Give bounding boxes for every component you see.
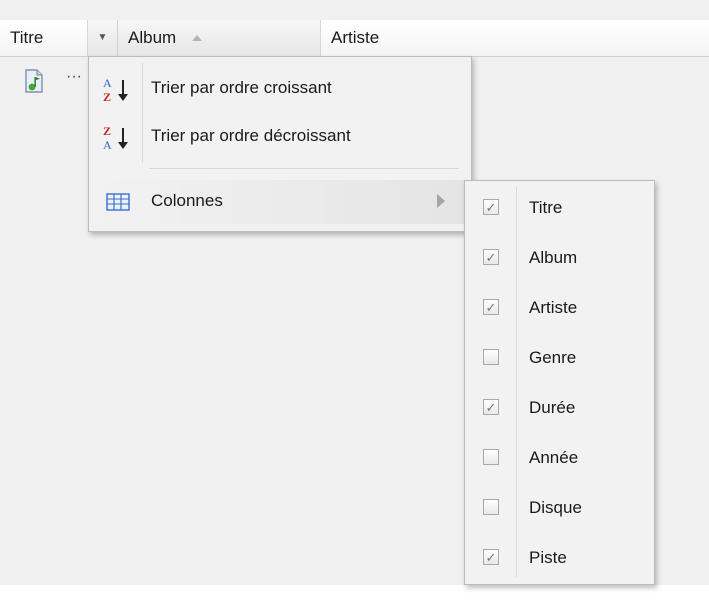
column-toggle-genre[interactable]: Genre xyxy=(465,335,654,385)
sort-z-a-icon: Z A xyxy=(103,124,128,152)
column-header-artiste[interactable]: Artiste xyxy=(321,20,709,56)
column-toggle-duree[interactable]: ✓ Durée xyxy=(465,385,654,435)
sort-descending-menu-item[interactable]: Z A Trier par ordre décroissant xyxy=(89,115,471,159)
column-toggle-label: Titre xyxy=(529,198,563,217)
grid-header: Titre ▼ Album Artiste xyxy=(0,20,709,57)
column-toggle-label: Disque xyxy=(529,498,582,517)
sort-descending-label: Trier par ordre décroissant xyxy=(151,126,351,145)
music-file-icon xyxy=(25,69,43,93)
chevron-down-icon: ▼ xyxy=(97,32,108,43)
column-toggle-label: Album xyxy=(529,248,578,267)
sort-ascending-menu-item[interactable]: A Z Trier par ordre croissant xyxy=(89,67,471,111)
sort-a-z-icon: A Z xyxy=(103,76,128,104)
column-checkbox[interactable] xyxy=(483,499,499,515)
columns-menu-item[interactable]: Colonnes xyxy=(89,180,471,224)
columns-submenu: ✓ Titre ✓ Album ✓ Artiste Genre ✓ Durée … xyxy=(464,180,655,585)
column-toggle-titre[interactable]: ✓ Titre xyxy=(465,185,654,235)
menu-separator xyxy=(149,168,459,169)
column-toggle-album[interactable]: ✓ Album xyxy=(465,235,654,285)
truncated-text: ··· xyxy=(66,68,82,85)
column-toggle-label: Piste xyxy=(529,548,567,567)
svg-text:A: A xyxy=(103,76,112,90)
column-toggle-label: Genre xyxy=(529,348,577,367)
bottom-strip xyxy=(0,585,709,603)
column-toggle-disque[interactable]: Disque xyxy=(465,485,654,535)
columns-icon xyxy=(106,193,130,211)
column-menu: A Z Trier par ordre croissant Z A Trier … xyxy=(88,56,472,232)
column-header-artiste-label: Artiste xyxy=(331,28,380,47)
column-toggle-label: Durée xyxy=(529,398,576,417)
svg-text:A: A xyxy=(103,138,112,152)
column-header-album[interactable]: ▼ Album xyxy=(88,20,321,56)
svg-text:Z: Z xyxy=(103,124,111,138)
sort-ascending-label: Trier par ordre croissant xyxy=(151,78,332,97)
column-toggle-annee[interactable]: Année xyxy=(465,435,654,485)
column-menu-trigger[interactable]: ▼ xyxy=(88,20,118,56)
column-toggle-label: Artiste xyxy=(529,298,578,317)
column-toggle-label: Année xyxy=(529,448,579,467)
column-checkbox[interactable]: ✓ xyxy=(483,399,499,415)
column-toggle-artiste[interactable]: ✓ Artiste xyxy=(465,285,654,335)
column-header-album-label: Album xyxy=(128,28,177,47)
svg-text:Z: Z xyxy=(103,90,111,104)
column-checkbox[interactable]: ✓ xyxy=(483,549,499,565)
sort-ascending-icon xyxy=(192,35,202,41)
column-header-titre-label: Titre xyxy=(10,28,44,47)
column-checkbox[interactable]: ✓ xyxy=(483,249,499,265)
column-toggle-piste[interactable]: ✓ Piste xyxy=(465,535,654,585)
submenu-arrow-icon xyxy=(437,194,445,208)
column-checkbox[interactable] xyxy=(483,349,499,365)
column-checkbox[interactable]: ✓ xyxy=(483,199,499,215)
column-header-titre[interactable]: Titre xyxy=(0,20,88,56)
columns-label: Colonnes xyxy=(151,191,223,210)
column-checkbox[interactable]: ✓ xyxy=(483,299,499,315)
column-checkbox[interactable] xyxy=(483,449,499,465)
